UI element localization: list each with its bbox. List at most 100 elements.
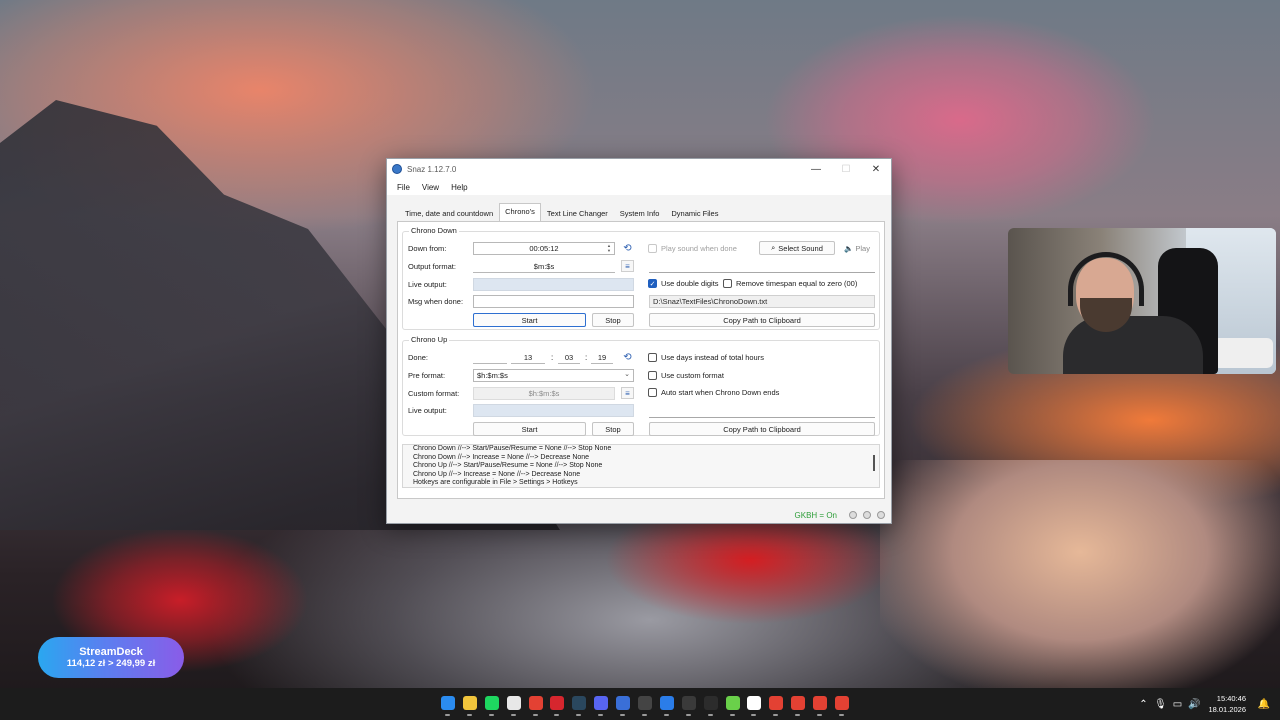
clock-date: 18.01.2026 — [1208, 705, 1246, 714]
obs-icon[interactable] — [681, 696, 696, 716]
menu-bar: File View Help — [387, 179, 891, 195]
title-bar[interactable]: Snaz 1.12.7.0 — ☐ ✕ — [387, 159, 891, 179]
running-indicator — [620, 714, 626, 716]
format-settings-icon[interactable]: ≡ — [621, 260, 634, 272]
use-days-checkbox[interactable]: Use days instead of total hours — [648, 353, 764, 362]
running-indicator — [598, 714, 604, 716]
steam-icon[interactable] — [572, 696, 587, 716]
chrono-up-start-button[interactable]: Start — [473, 422, 586, 436]
sound-search-icon: ⌕ — [771, 243, 776, 252]
down-from-value: 00:05:12 — [529, 244, 559, 253]
minimize-button[interactable]: — — [801, 159, 831, 179]
use-double-digits-label: Use double digits — [661, 279, 719, 288]
app-icon-10[interactable] — [659, 696, 674, 716]
custom-format-input[interactable]: $h:$m:$s — [473, 387, 615, 400]
hotkey-line: Chrono Down //--> Increase = None //--> … — [413, 453, 590, 461]
chronos-panel: Chrono Down Down from: 00:05:12 ▲ ▼ ⟲ Out… — [397, 221, 885, 499]
scrollbar[interactable] — [873, 455, 875, 471]
app-icon-9[interactable] — [638, 696, 653, 716]
down-from-input[interactable]: 00:05:12 ▲ ▼ — [473, 242, 615, 255]
select-sound-button[interactable]: ⌕ Select Sound — [759, 241, 835, 255]
app-icon-3[interactable] — [506, 696, 521, 716]
chrono-up-live-output-label: Live output: — [408, 406, 447, 415]
use-custom-format-checkbox[interactable]: Use custom format — [648, 371, 724, 380]
menu-file[interactable]: File — [391, 183, 416, 192]
live-output-label: Live output: — [408, 280, 447, 289]
volume-icon[interactable]: 🔊 — [1187, 699, 1201, 710]
reset-down-icon[interactable]: ⟲ — [621, 242, 634, 255]
play-button[interactable]: 🔈 Play — [839, 241, 875, 255]
done-hours-value: 13 — [523, 352, 533, 362]
chrono-down-group: Chrono Down Down from: 00:05:12 ▲ ▼ ⟲ Out… — [402, 226, 880, 330]
reset-up-icon[interactable]: ⟲ — [621, 351, 634, 364]
chevron-up-icon[interactable]: ⌃ — [1136, 699, 1150, 710]
display-icon[interactable]: ▭ — [1170, 699, 1184, 710]
discord-icon[interactable] — [594, 696, 609, 716]
play-label: Play — [855, 243, 870, 253]
chrono-down-title: Chrono Down — [409, 226, 459, 235]
taskbar: ⌃ 🎙 ▭ 🔊 15:40:46 18.01.2026 🔔 — [0, 688, 1280, 720]
remove-timespan-checkbox[interactable]: Remove timespan equal to zero (00) — [723, 279, 857, 288]
chrono-down-stop-button[interactable]: Stop — [592, 313, 634, 327]
chrono-up-stop-button[interactable]: Stop — [592, 422, 634, 436]
hotkey-line: Chrono Up //--> Increase = None //--> De… — [413, 470, 581, 478]
running-indicator — [729, 714, 735, 716]
microphone-icon[interactable]: 🎙 — [1153, 699, 1167, 710]
app-icon-13[interactable] — [725, 696, 740, 716]
chrono-down-copy-path-button[interactable]: Copy Path to Clipboard — [649, 313, 875, 327]
done-seconds-value: 19 — [597, 352, 607, 362]
tab-text-line-changer[interactable]: Text Line Changer — [541, 205, 614, 221]
tab-chronos[interactable]: Chrono's — [499, 203, 541, 221]
sound-path-line — [649, 272, 875, 273]
msg-when-done-input[interactable] — [473, 295, 634, 308]
select-sound-label: Select Sound — [778, 243, 823, 253]
use-double-digits-checkbox[interactable]: ✓ Use double digits — [648, 279, 719, 288]
chrono-up-copy-path-button[interactable]: Copy Path to Clipboard — [649, 422, 875, 436]
streamdeck-promo-badge: StreamDeck 114,12 zł > 249,99 zł — [38, 637, 184, 678]
status-bar: GKBH = On — [387, 507, 891, 523]
tab-system-info[interactable]: System Info — [614, 205, 666, 221]
custom-format-settings-icon[interactable]: ≡ — [621, 387, 634, 399]
menu-help[interactable]: Help — [445, 183, 473, 192]
hotkeys-info-box[interactable]: Chrono Down //--> Start/Pause/Resume = N… — [402, 444, 880, 488]
pre-format-select[interactable]: $h:$m:$s ⌄ — [473, 369, 634, 382]
clock[interactable]: 15:40:46 18.01.2026 — [1208, 693, 1246, 715]
chrono-down-path-field: D:\Snaz\TextFiles\ChronoDown.txt — [649, 295, 875, 308]
chrome-icon[interactable] — [528, 696, 543, 716]
app-icon-14[interactable] — [747, 696, 762, 716]
app-icon-8[interactable] — [616, 696, 631, 716]
notification-icon[interactable]: 🔔 — [1256, 696, 1272, 712]
app-icon-12[interactable] — [703, 696, 718, 716]
chrome-icon-3[interactable] — [791, 696, 806, 716]
check-icon: ✓ — [648, 279, 657, 288]
auto-start-label: Auto start when Chrono Down ends — [661, 388, 780, 397]
running-indicator — [773, 714, 779, 716]
done-minutes-field: 03 — [558, 351, 580, 364]
snaz-window: Snaz 1.12.7.0 — ☐ ✕ File View Help Time,… — [386, 158, 892, 524]
time-separator: : — [551, 353, 554, 362]
running-indicator — [707, 714, 713, 716]
maximize-button[interactable]: ☐ — [831, 159, 861, 179]
chrome-icon-4[interactable] — [813, 696, 828, 716]
play-sound-checkbox[interactable]: Play sound when done — [648, 244, 737, 253]
chrome-icon-2[interactable] — [769, 696, 784, 716]
chrono-up-path-line — [649, 417, 875, 418]
file-explorer-icon[interactable] — [462, 696, 477, 716]
running-indicator — [532, 714, 538, 716]
sofa — [1213, 338, 1273, 368]
down-from-label: Down from: — [408, 244, 447, 253]
output-format-input[interactable]: $m:$s — [473, 260, 615, 273]
chrome-icon-5[interactable] — [835, 696, 850, 716]
tab-dynamic-files[interactable]: Dynamic Files — [665, 205, 724, 221]
spin-updown-icon[interactable]: ▲ ▼ — [606, 243, 612, 253]
close-button[interactable]: ✕ — [861, 159, 891, 179]
chrono-down-start-button[interactable]: Start — [473, 313, 586, 327]
checkbox-box — [648, 244, 657, 253]
windows-start-icon[interactable] — [441, 696, 455, 716]
running-indicator — [488, 714, 494, 716]
menu-view[interactable]: View — [416, 183, 445, 192]
tab-time-date-countdown[interactable]: Time, date and countdown — [399, 205, 499, 221]
app-icon-5[interactable] — [550, 696, 565, 716]
auto-start-checkbox[interactable]: Auto start when Chrono Down ends — [648, 388, 779, 397]
spotify-icon[interactable] — [484, 696, 499, 716]
